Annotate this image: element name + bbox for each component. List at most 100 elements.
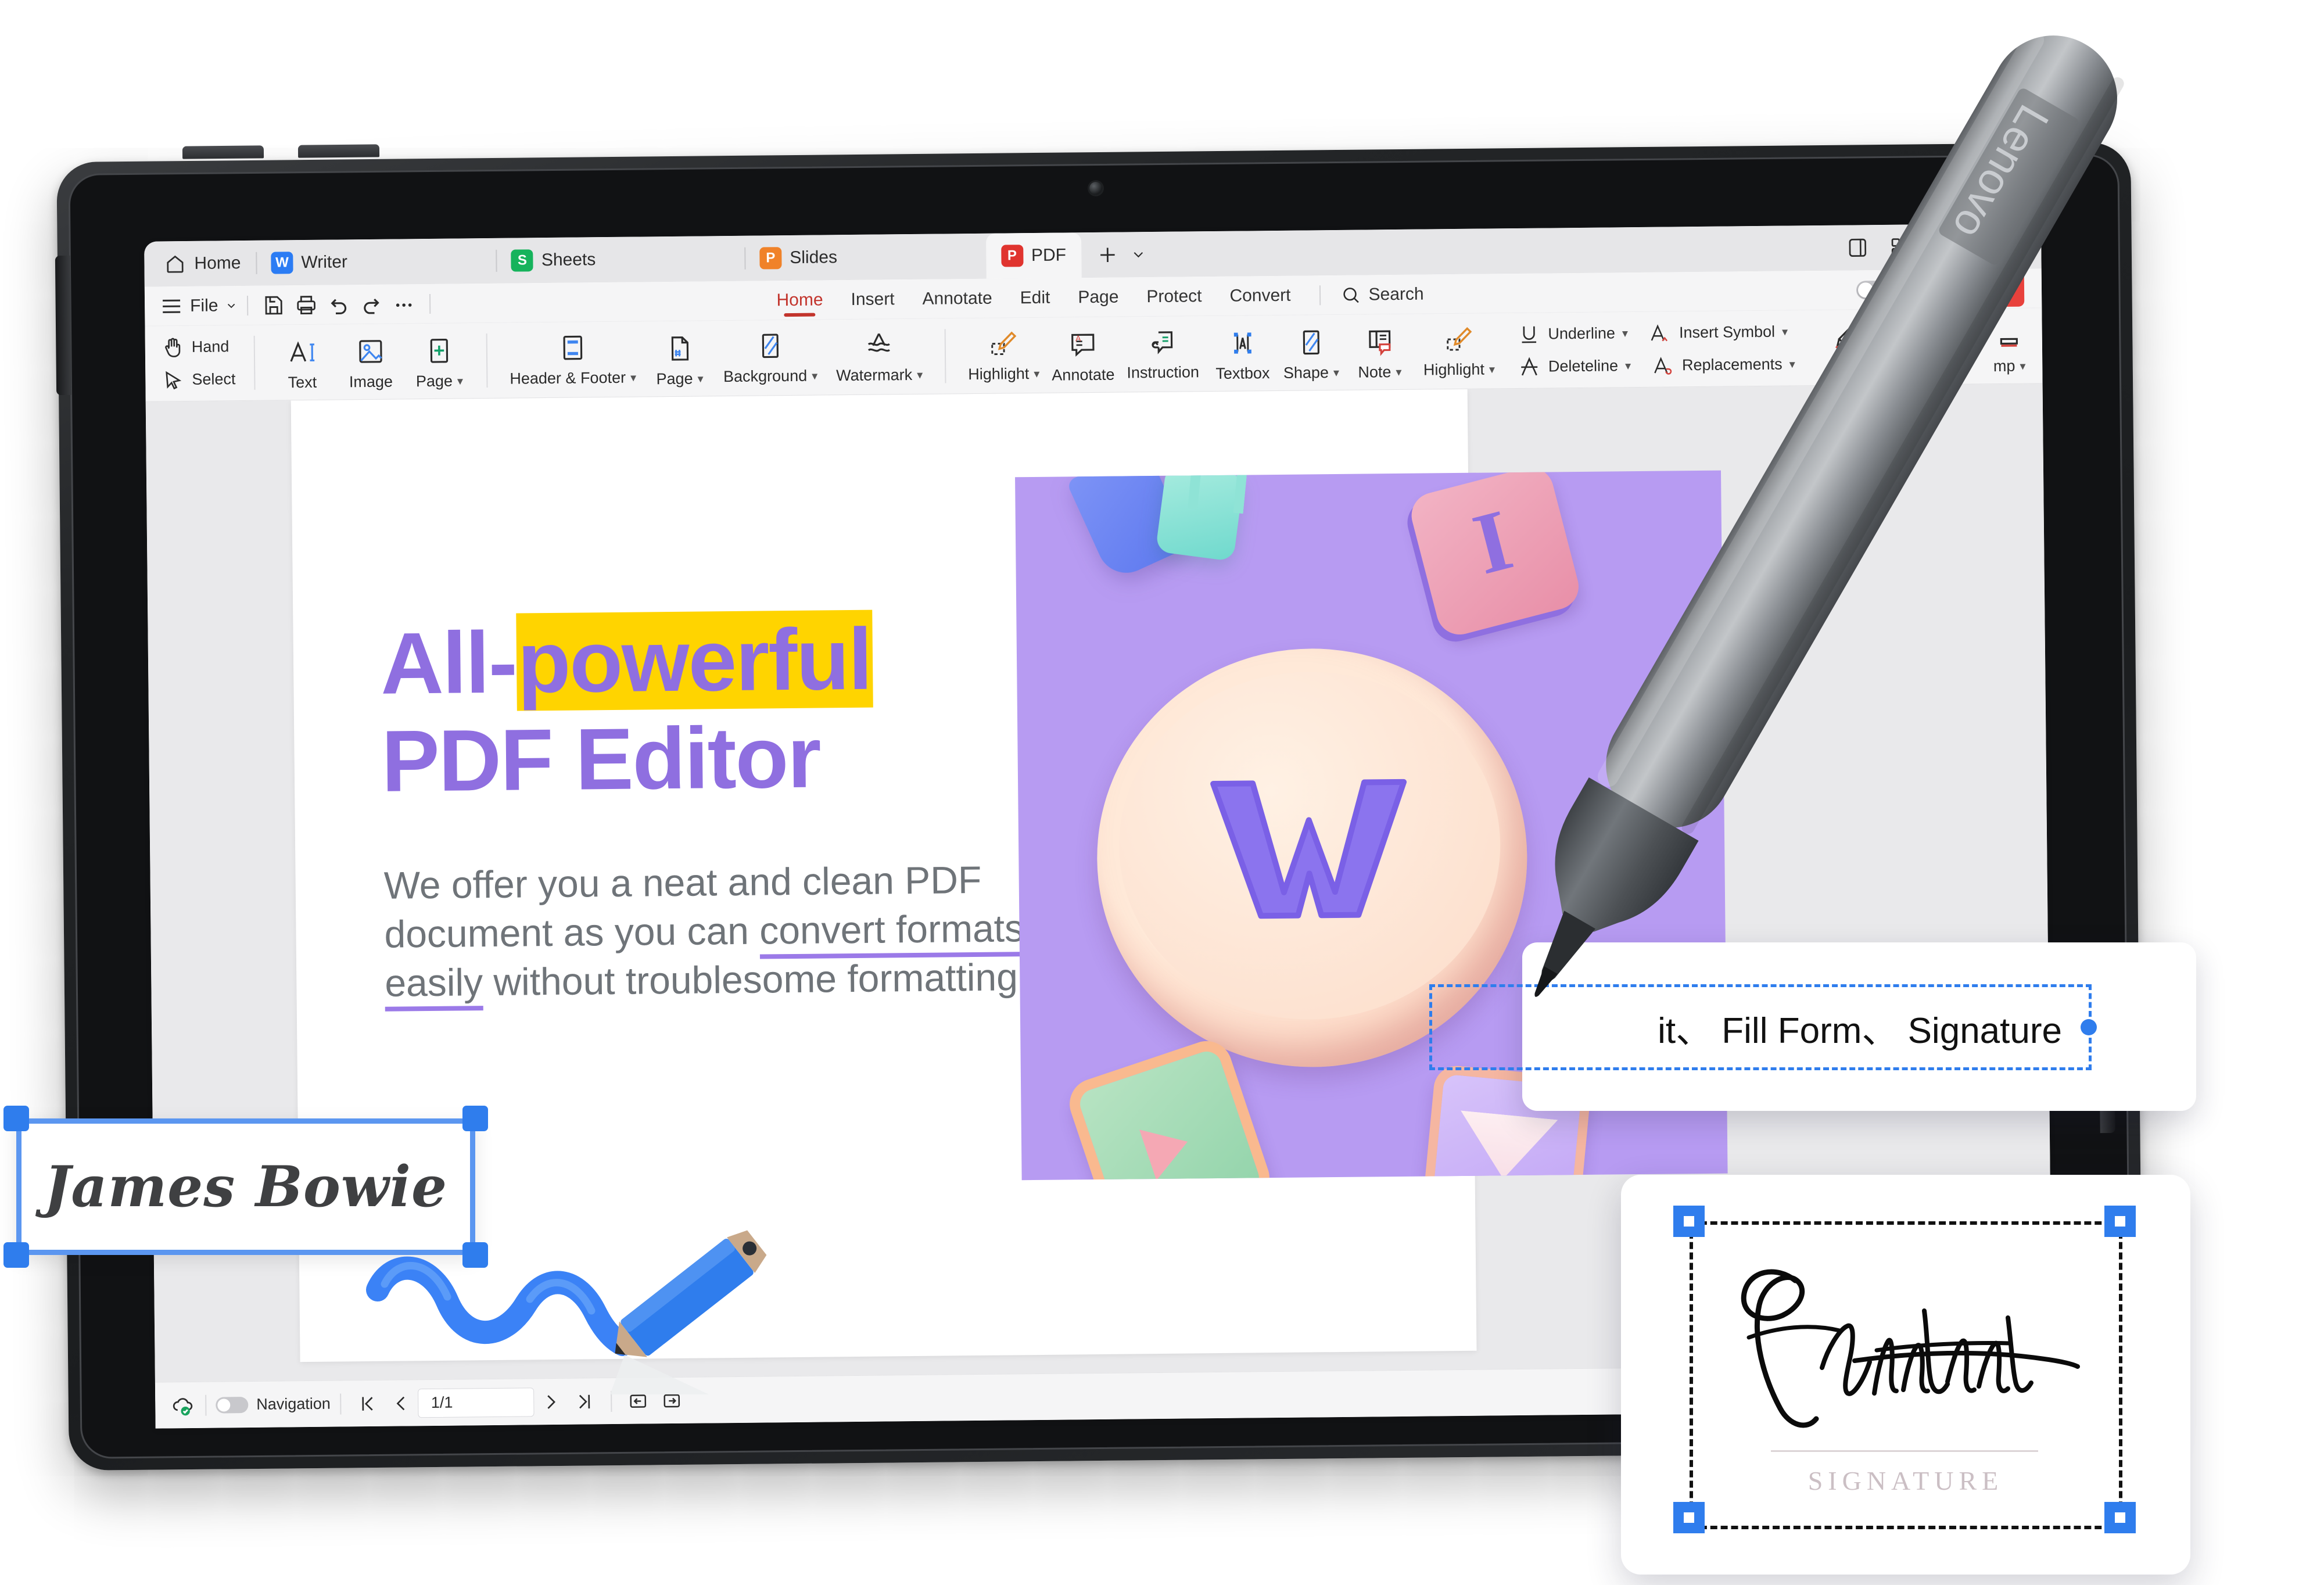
highlight-button-1[interactable]: Highlight ▾: [958, 318, 1049, 393]
ribbon-group-insert: Text Image Page ▾: [266, 323, 476, 400]
instruction-icon: [1152, 331, 1173, 354]
insert-symbol-icon: [1651, 324, 1668, 341]
ribbon-tab-protect[interactable]: Protect: [1132, 277, 1216, 317]
ribbon-group-annotate: Highlight ▾ A Annotate Instruction Textb…: [956, 313, 1507, 393]
insert-symbol-button[interactable]: Insert Symbol ▾: [1648, 320, 1788, 345]
search-button[interactable]: Search: [1304, 284, 1424, 306]
tablet-edge-left: [55, 255, 72, 396]
watermark-label: Watermark ▾: [836, 366, 923, 385]
tab-home[interactable]: Home: [144, 241, 256, 287]
page-number-button[interactable]: Page ▾: [645, 321, 714, 396]
deleteline-label: Deleteline: [1548, 357, 1619, 375]
ribbon-tab-annotate[interactable]: Annotate: [908, 278, 1006, 319]
hand-tool-button[interactable]: Hand: [160, 335, 235, 360]
tab-sheets-label: Sheets: [541, 250, 596, 270]
tab-sheets[interactable]: S Sheets: [496, 237, 611, 284]
annex-button[interactable]: Annex: [1880, 309, 1949, 385]
grid-apps-icon[interactable]: [1889, 235, 1912, 259]
fill-form-floating-card[interactable]: it、 Fill Form、 Signature: [1429, 942, 2196, 1111]
draw-button[interactable]: Draw: [1811, 310, 1880, 385]
hartmut-handle-bottom-right[interactable]: [2104, 1502, 2136, 1533]
ribbon-tab-convert[interactable]: Convert: [1215, 276, 1305, 316]
stamp-button[interactable]: mp ▾: [1975, 308, 2043, 383]
highlight-text-1: Highlight: [968, 365, 1030, 383]
chevron-down-icon: ▾: [1489, 363, 1495, 376]
instruction-button[interactable]: Instruction: [1117, 316, 1208, 392]
hartmut-handle-top-right[interactable]: [2104, 1206, 2136, 1237]
background-button[interactable]: Background ▾: [713, 320, 827, 396]
highlighter-icon: [991, 331, 1017, 356]
underline-label: Underline: [1548, 324, 1616, 343]
add-page-button[interactable]: Page ▾: [405, 323, 474, 399]
fill-form-field[interactable]: it、 Fill Form、 Signature: [1429, 984, 2097, 1070]
hand-icon: [165, 338, 181, 357]
tablet-volume-button[interactable]: [182, 145, 264, 159]
share-button[interactable]: [1970, 270, 2025, 307]
highlight-label-1: Highlight ▾: [968, 365, 1039, 383]
tab-pdf[interactable]: P PDF: [985, 232, 1082, 279]
tab-writer[interactable]: W Writer: [256, 239, 363, 286]
header-footer-button[interactable]: Header & Footer ▾: [500, 321, 645, 397]
screenshot-stage: Home W Writer S Sheets P Slides P PDF — …: [0, 0, 2324, 1585]
insert-text-button[interactable]: Text: [268, 325, 337, 400]
slides-app-icon: P: [759, 247, 782, 270]
annotate-label: Annotate: [1052, 365, 1115, 384]
insert-image-button[interactable]: Image: [336, 324, 406, 399]
pdf-app-icon: P: [1000, 245, 1024, 267]
annotate-icon: A: [1071, 334, 1095, 357]
selection-handle-top-right[interactable]: [462, 1106, 488, 1131]
home-icon: [167, 255, 184, 273]
textbox-button[interactable]: Textbox: [1208, 315, 1277, 391]
ribbon-tab-page[interactable]: Page: [1064, 277, 1133, 317]
ribbon-tab-home[interactable]: Home: [762, 280, 837, 320]
ribbon-tab-insert[interactable]: Insert: [837, 279, 909, 320]
tablet-front-camera: [1089, 182, 1102, 195]
watermark-button[interactable]: Watermark ▾: [826, 319, 932, 395]
decor-pink-letter-card: [1406, 470, 1584, 640]
headline-prefix: All-: [380, 613, 517, 712]
page-number-icon: [671, 336, 688, 361]
chevron-down-icon: ▾: [1781, 325, 1788, 339]
selection-handle-bottom-left[interactable]: [3, 1242, 29, 1268]
minimize-button[interactable]: —: [1998, 235, 2018, 257]
chevron-down-icon: ▾: [1624, 360, 1631, 373]
fill-form-handle-dot[interactable]: [2081, 1019, 2097, 1035]
decor-teal-clip-arc: [1188, 470, 1250, 514]
shape-button[interactable]: Shape ▾: [1276, 315, 1346, 390]
select-tool-button[interactable]: Select: [160, 367, 236, 392]
textbox-label: Textbox: [1215, 364, 1270, 382]
insert-symbol-label: Insert Symbol: [1679, 322, 1776, 342]
panel-toggle-icon[interactable]: [1846, 236, 1869, 259]
user-avatar[interactable]: [1932, 234, 1958, 260]
underline-button[interactable]: Underline ▾: [1516, 321, 1628, 347]
headline-line-2: PDF Editor: [381, 708, 821, 810]
deleteline-button[interactable]: Deleteline ▾: [1517, 354, 1631, 379]
textbox-icon: [1233, 332, 1251, 354]
cloud-sync-icon[interactable]: [169, 1392, 196, 1418]
navigation-toggle[interactable]: [216, 1396, 249, 1414]
ribbon-divider: [1960, 319, 1963, 374]
tablet-power-button[interactable]: [297, 144, 380, 158]
replacements-button[interactable]: Replacements ▾: [1651, 352, 1795, 378]
chevron-down-icon[interactable]: [1130, 246, 1146, 263]
ribbon-tab-edit[interactable]: Edit: [1006, 278, 1064, 318]
hartmut-handle-top-left[interactable]: [1673, 1206, 1705, 1237]
tab-slides[interactable]: P Slides: [744, 235, 852, 281]
annotate-button[interactable]: A Annotate: [1048, 317, 1117, 393]
selection-handle-top-left[interactable]: [3, 1106, 29, 1131]
cooperation-toggle[interactable]: [1856, 280, 1893, 300]
tab-divider: [496, 249, 498, 272]
add-page-icon: [430, 338, 449, 363]
chevron-down-icon: ▾: [2020, 360, 2026, 373]
document-headline: All-powerful PDF Editor: [380, 608, 1079, 810]
insert-image-label: Image: [349, 372, 393, 391]
highlight-button-2[interactable]: Highlight ▾: [1414, 313, 1504, 389]
wps-w-logo: [1210, 779, 1407, 919]
hartmut-handle-bottom-left[interactable]: [1673, 1502, 1705, 1533]
add-page-label: Page ▾: [416, 372, 463, 390]
note-button[interactable]: Note ▾: [1345, 314, 1414, 390]
hand-label: Hand: [191, 338, 229, 356]
hartmut-signature-rule: [1771, 1450, 2038, 1452]
plus-icon[interactable]: [1095, 243, 1120, 267]
tab-divider: [744, 247, 746, 270]
